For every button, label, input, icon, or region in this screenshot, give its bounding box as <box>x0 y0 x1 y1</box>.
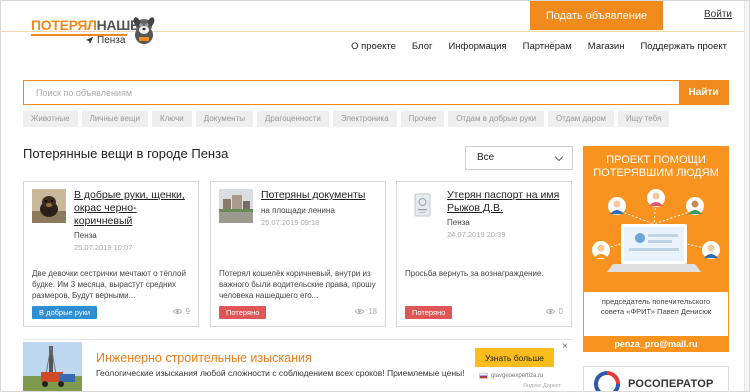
listing-date: 24.07.2019 20:39 <box>447 230 506 239</box>
nav-item-blog[interactable]: Блог <box>412 41 433 52</box>
category-tags: Животные Личные вещи Ключи Документы Дра… <box>23 111 670 127</box>
site-logo[interactable]: ПОТЕРЯЛНАШЕЛ Пенза <box>31 13 161 47</box>
category-badge[interactable]: Потеряно <box>405 306 453 319</box>
eye-icon <box>354 308 365 315</box>
main-nav: О проекте Блог Информация Партнёрам Мага… <box>335 41 727 52</box>
view-count: 0 <box>545 307 563 316</box>
promo-title: ПРОЕКТ ПОМОЩИ ПОТЕРЯВШИМ ЛЮДЯМ <box>583 154 729 180</box>
listing-description: Просьба вернуть за вознаграждение. <box>405 269 544 278</box>
logo-part1: ПОТЕРЯЛ <box>31 17 97 33</box>
view-count: 9 <box>172 307 190 316</box>
view-count-value: 18 <box>368 307 377 316</box>
tag-good-hands[interactable]: Отдам в добрые руки <box>448 111 545 127</box>
promo-caption-line1: председатель попечительского <box>601 297 711 306</box>
location-arrow-icon <box>85 36 94 45</box>
listing-title[interactable]: Утерян паспорт на имя Рыжов Д.В. <box>447 189 567 215</box>
chevron-down-icon <box>554 152 564 162</box>
search-button[interactable]: Найти <box>679 81 728 104</box>
listing-date: 25.07.2019 09:18 <box>261 218 320 227</box>
listing-title[interactable]: Потеряны документы <box>261 189 381 202</box>
tag-jewelry[interactable]: Драгоценности <box>257 111 329 127</box>
listing-description: Две девочки сестрички мечтают о тёплой б… <box>32 269 186 300</box>
post-ad-button[interactable]: Подать объявление <box>530 1 663 30</box>
category-badge[interactable]: Потеряно <box>219 306 267 319</box>
ad-source: Яндекс.Директ <box>523 383 561 389</box>
nav-item-about[interactable]: О проекте <box>351 41 396 52</box>
ad-domain-text: glavgeoexpertiza.ru <box>491 373 544 379</box>
help-project-banner[interactable]: ПРОЕКТ ПОМОЩИ ПОТЕРЯВШИМ ЛЮДЯМ председат… <box>583 146 729 352</box>
listing-description: Потерял кошелёк коричневый, внутри из ва… <box>219 269 376 300</box>
listing-card[interactable]: В добрые руки, щенки, окрас черно-коричн… <box>23 181 199 327</box>
promo-email[interactable]: penza_pro@mail.ru <box>583 336 729 352</box>
tag-keys[interactable]: Ключи <box>151 111 192 127</box>
nav-item-info[interactable]: Информация <box>448 41 506 52</box>
tag-documents[interactable]: Документы <box>195 111 254 127</box>
square-photo <box>219 189 253 223</box>
listing-title[interactable]: В добрые руки, щенки, окрас черно-коричн… <box>74 189 194 228</box>
listing-card[interactable]: Потеряны документы на площади ленина 25.… <box>210 181 386 327</box>
close-icon[interactable]: × <box>562 341 568 352</box>
promo-title-line2: ПОТЕРЯВШИМ ЛЮДЯМ <box>593 167 719 179</box>
tag-looking-for-you[interactable]: Ищу тебя <box>618 111 670 127</box>
promo-caption: председатель попечительского совета «ФРИ… <box>583 297 729 317</box>
listing-city: Пенза <box>447 218 470 227</box>
nav-item-shop[interactable]: Магазин <box>588 41 625 52</box>
tag-animals[interactable]: Животные <box>23 111 78 127</box>
ad-domain: glavgeoexpertiza.ru <box>479 373 543 379</box>
listing-card[interactable]: Утерян паспорт на имя Рыжов Д.В. Пенза 2… <box>396 181 572 327</box>
scrollbar[interactable] <box>744 1 749 391</box>
tag-electronics[interactable]: Электроника <box>332 111 397 127</box>
dog-mascot-icon <box>133 17 155 44</box>
logo-city: Пенза <box>97 35 126 46</box>
category-badge[interactable]: В добрые руки <box>32 306 98 319</box>
listing-city: на площади ленина <box>261 206 335 215</box>
rosoperator-banner[interactable]: РОСОПЕРАТОР <box>583 366 729 391</box>
people-network-illustration <box>592 189 720 272</box>
filter-select[interactable]: Все <box>465 146 573 170</box>
page: ПОТЕРЯЛНАШЕЛ Пенза Подать объявление Вой… <box>0 0 750 392</box>
tag-personal-items[interactable]: Личные вещи <box>81 111 148 127</box>
listing-city: Пенза <box>74 231 97 240</box>
rosoperator-label: РОСОПЕРАТОР <box>628 378 714 390</box>
tag-other[interactable]: Прочее <box>400 111 445 127</box>
passport-photo <box>405 189 439 223</box>
promo-title-line1: ПРОЕКТ ПОМОЩИ <box>606 154 706 166</box>
search-bar: Найти <box>23 80 729 105</box>
view-count-value: 9 <box>185 307 190 316</box>
listing-date: 25.07.2019 10:07 <box>74 243 133 252</box>
russian-flag-icon <box>479 373 488 379</box>
nav-item-partners[interactable]: Партнёрам <box>523 41 572 52</box>
view-count: 18 <box>354 307 377 316</box>
eye-icon <box>172 308 183 315</box>
ad-learn-more-button[interactable]: Узнать больше <box>475 348 554 367</box>
nav-item-support[interactable]: Поддержать проект <box>640 41 727 52</box>
rosoperator-logo-icon <box>594 371 620 391</box>
ad-text: Геологические изыскания любой сложности … <box>96 368 465 378</box>
search-input[interactable] <box>24 81 679 104</box>
filter-selected-value: Все <box>477 152 495 163</box>
login-link[interactable]: Войти <box>704 9 732 20</box>
puppy-photo <box>32 189 66 223</box>
ad-title[interactable]: Инженерно строительные изыскания <box>96 351 312 365</box>
drilling-rig-photo <box>23 342 82 391</box>
promo-caption-line2: совета «ФРИТ» Павел Денисюк <box>600 307 712 316</box>
tag-free[interactable]: Отдам даром <box>548 111 615 127</box>
ad-banner[interactable]: Инженерно строительные изыскания Геологи… <box>23 339 573 391</box>
view-count-value: 0 <box>558 307 563 316</box>
eye-icon <box>545 308 556 315</box>
page-title: Потерянные вещи в городе Пенза <box>23 146 229 161</box>
